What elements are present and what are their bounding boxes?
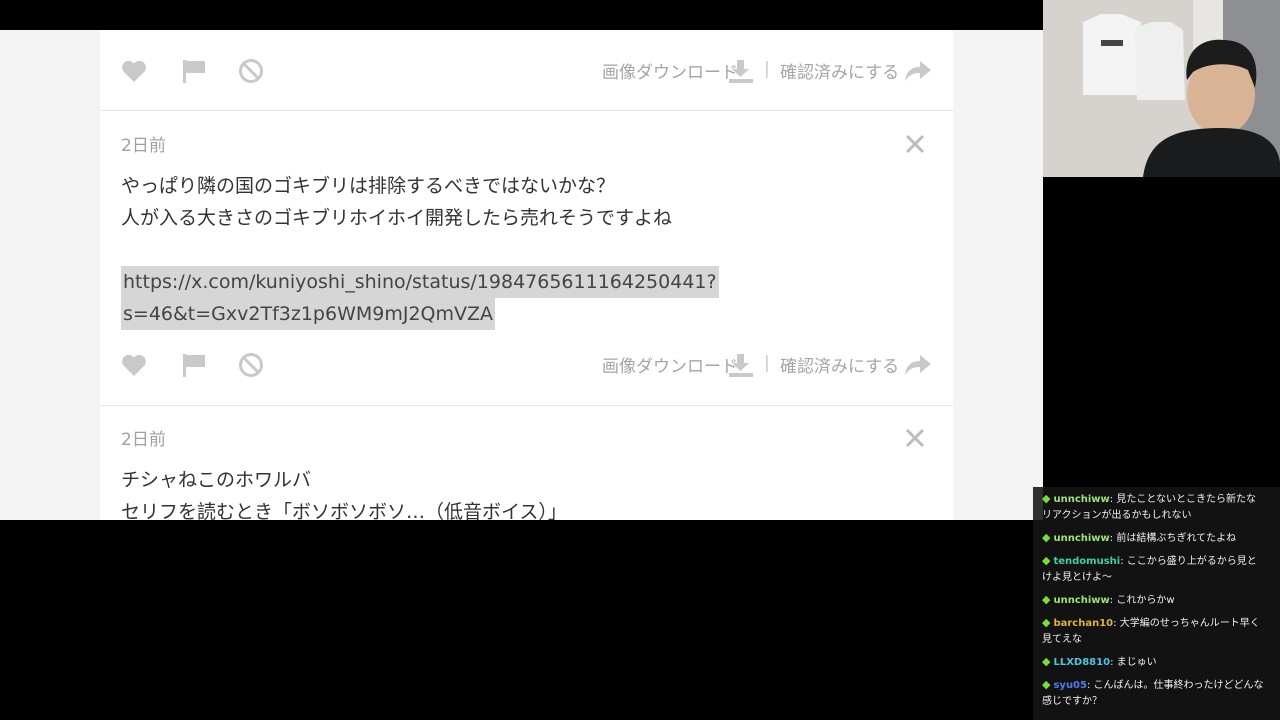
chat-username[interactable]: LLXD8810 [1053, 657, 1110, 668]
selected-url-text[interactable]: s=46&t=Gxv2Tf3z1p6WM9mJ2QmVZA [121, 298, 496, 330]
message-line: やっぱり隣の国のゴキブリは排除するべきではないかな？ [121, 175, 616, 197]
heart-icon[interactable] [120, 58, 148, 84]
close-icon[interactable] [903, 132, 927, 156]
message-card: 画像ダウンロード | 確認済みにする [100, 30, 953, 110]
download-icon[interactable] [727, 352, 755, 378]
selected-url-text[interactable]: https://x.com/kuniyoshi_shino/status/198… [121, 266, 719, 298]
chat-message: ◆ LLXD8810: まじゅい [1042, 655, 1157, 668]
stream-chat: ◆ unnchiww: 見たことないとこきたら新たなリアクションが出るかもしれない… [1033, 487, 1280, 720]
diamond-icon: ◆ [1042, 593, 1051, 606]
webcam-image [1043, 0, 1280, 177]
chat-message: ◆ barchan10: 大学編のせっちゃんルート早く見てえな [1042, 616, 1260, 645]
chat-message: ◆ tendomushi: ここから盛り上がるから見とけよ見とけよ～ [1042, 554, 1257, 583]
share-arrow-icon[interactable] [904, 58, 932, 84]
block-icon[interactable] [238, 58, 266, 84]
diamond-icon: ◆ [1042, 655, 1051, 668]
chat-message: ◆ unnchiww: これからかw [1042, 593, 1175, 606]
chat-username[interactable]: unnchiww [1053, 494, 1109, 505]
chat-message: ◆ unnchiww: 前は結構ぶちぎれてたよね [1042, 531, 1237, 544]
diamond-icon: ◆ [1042, 616, 1051, 629]
diamond-icon: ◆ [1042, 492, 1051, 505]
action-row: 画像ダウンロード | 確認済みにする [100, 50, 953, 90]
message-body: やっぱり隣の国のゴキブリは排除するべきではないかな？ 人が入る大きさのゴキブリホ… [121, 170, 821, 330]
message-card: 2日前 チシャねこのホワルバ セリフを読むとき「ボソボソボソ…（低音ボイス）」 [100, 406, 953, 520]
block-icon[interactable] [238, 352, 266, 378]
message-timestamp: 2日前 [121, 136, 166, 156]
message-card: 2日前 やっぱり隣の国のゴキブリは排除するべきではないかな？ 人が入る大きさのゴ… [100, 111, 953, 405]
download-image-link[interactable]: 画像ダウンロード [602, 58, 738, 83]
chat-text: 前は結構ぶちぎれてたよね [1116, 533, 1237, 544]
chat-text: これからかw [1116, 595, 1175, 606]
message-line: チシャねこのホワルバ [121, 469, 312, 491]
message-body: チシャねこのホワルバ セリフを読むとき「ボソボソボソ…（低音ボイス）」 [121, 464, 821, 520]
diamond-icon: ◆ [1042, 554, 1051, 567]
chat-username[interactable]: unnchiww [1053, 595, 1109, 606]
mark-confirmed-link[interactable]: 確認済みにする [780, 58, 899, 83]
diamond-icon: ◆ [1042, 531, 1051, 544]
chat-username[interactable]: tendomushi [1053, 556, 1120, 567]
share-arrow-icon[interactable] [904, 352, 932, 378]
chat-username[interactable]: syu05 [1053, 680, 1087, 691]
download-icon[interactable] [727, 58, 755, 84]
chat-message: ◆ unnchiww: 見たことないとこきたら新たなリアクションが出るかもしれない [1042, 492, 1257, 521]
flag-icon[interactable] [180, 352, 208, 378]
webcam-feed [1043, 0, 1280, 177]
flag-icon[interactable] [180, 58, 208, 84]
action-separator: | [764, 59, 770, 79]
chat-username[interactable]: barchan10 [1053, 618, 1113, 629]
chat-text: まじゅい [1116, 657, 1157, 668]
message-line: セリフを読むとき「ボソボソボソ…（低音ボイス）」 [121, 501, 567, 520]
chat-username[interactable]: unnchiww [1053, 533, 1109, 544]
action-row: 画像ダウンロード | 確認済みにする [100, 344, 953, 384]
mark-confirmed-link[interactable]: 確認済みにする [780, 352, 899, 377]
action-separator: | [764, 353, 770, 373]
message-line: 人が入る大きさのゴキブリホイホイ開発したら売れそうですよね [121, 207, 673, 229]
heart-icon[interactable] [120, 352, 148, 378]
message-list: 画像ダウンロード | 確認済みにする 2日前 やっぱり隣の国のゴキブリは排除する… [100, 30, 953, 520]
browser-capture: 画像ダウンロード | 確認済みにする 2日前 やっぱり隣の国のゴキブリは排除する… [0, 30, 1043, 520]
diamond-icon: ◆ [1042, 678, 1051, 691]
close-icon[interactable] [903, 426, 927, 450]
message-timestamp: 2日前 [121, 430, 166, 450]
chat-message: ◆ syu05: こんばんは。仕事終わったけどどんな感じですか？ [1042, 678, 1264, 707]
download-image-link[interactable]: 画像ダウンロード [602, 352, 738, 377]
